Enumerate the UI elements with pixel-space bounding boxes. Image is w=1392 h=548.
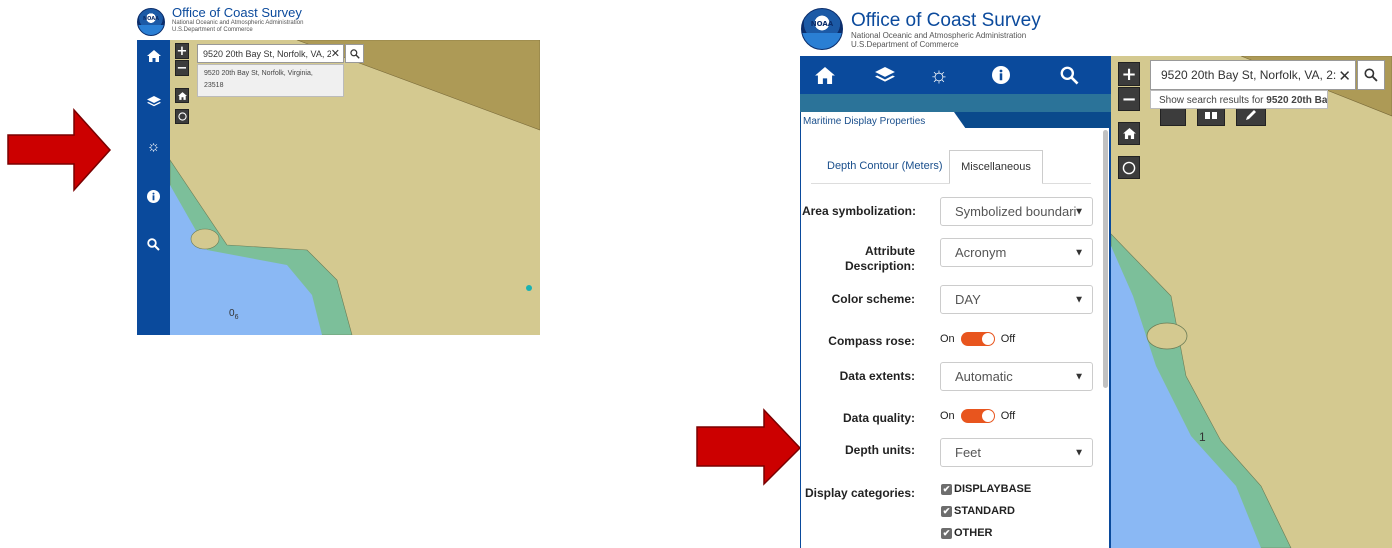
search-input-value: 9520 20th Bay St, Norfolk, VA, 2:	[203, 48, 335, 59]
area-symbolization-label: Area symbolization:	[801, 204, 916, 218]
info-icon[interactable]	[986, 56, 1016, 94]
layers-icon[interactable]	[137, 88, 170, 116]
chevron-down-icon: ▼	[1074, 447, 1084, 458]
chart-map	[1111, 56, 1392, 548]
data-quality-toggle-group: On Off	[940, 409, 1016, 423]
depth-units-label: Depth units:	[845, 443, 915, 457]
header-subtitle-agency: National Oceanic and Atmospheric Adminis…	[851, 31, 1027, 40]
color-scheme-select[interactable]: DAY ▼	[940, 285, 1093, 314]
home-icon[interactable]	[810, 56, 840, 94]
layers-icon[interactable]	[870, 56, 900, 94]
sidebar-strip	[800, 94, 1111, 112]
zoom-out-button[interactable]: −	[1118, 87, 1140, 111]
clear-icon[interactable]: ✕	[330, 47, 340, 60]
compass-rose-toggle-group: On Off	[940, 332, 1016, 346]
right-red-arrow	[696, 408, 802, 486]
header-subtitle-department: U.S.Department of Commerce	[172, 27, 253, 33]
checkbox-icon: ✔	[941, 505, 952, 517]
sidebar-right-edge	[1109, 128, 1111, 548]
chevron-down-icon: ▼	[1074, 371, 1084, 382]
chevron-down-icon: ▼	[1074, 206, 1084, 217]
tab-underline-gap	[950, 183, 1042, 184]
noaa-logo: NOAA	[137, 8, 165, 36]
maritime-properties-panel: Depth Contour (Meters) Miscellaneous Are…	[801, 128, 1102, 548]
header-title: Office of Coast Survey	[851, 10, 1041, 31]
compass-rose-label: Compass rose:	[828, 334, 915, 348]
gear-icon[interactable]: ☼	[137, 132, 170, 160]
data-extents-select[interactable]: Automatic ▼	[940, 362, 1093, 391]
zoom-in-button[interactable]: +	[175, 43, 189, 59]
header-subtitle-agency: National Oceanic and Atmospheric Adminis…	[172, 20, 304, 26]
zoom-in-button[interactable]: +	[1118, 62, 1140, 86]
zoom-out-button[interactable]: −	[175, 60, 189, 76]
locate-button[interactable]	[1118, 156, 1140, 179]
tab-depth-contour[interactable]: Depth Contour (Meters)	[827, 160, 943, 172]
tab-miscellaneous[interactable]: Miscellaneous	[949, 150, 1043, 184]
home-extent-button[interactable]	[1118, 122, 1140, 145]
chevron-down-icon: ▼	[1074, 247, 1084, 258]
home-extent-button[interactable]	[175, 88, 189, 103]
display-categories-label: Display categories:	[804, 486, 915, 500]
category-other[interactable]: ✔ OTHER	[941, 527, 993, 539]
left-red-arrow	[7, 108, 112, 192]
sidebar-top-bar: ☼	[800, 56, 1111, 94]
locate-button[interactable]	[175, 109, 189, 124]
checkbox-icon: ✔	[941, 483, 952, 495]
home-icon[interactable]	[137, 42, 170, 70]
search-input-value: 9520 20th Bay St, Norfolk, VA, 2:	[1161, 68, 1337, 82]
panel-scrollbar[interactable]	[1103, 130, 1108, 388]
search-icon[interactable]	[1054, 56, 1084, 94]
search-input[interactable]: 9520 20th Bay St, Norfolk, VA, 2: ✕	[197, 44, 344, 63]
depth-units-select[interactable]: Feet ▼	[940, 438, 1093, 467]
data-quality-toggle[interactable]	[960, 409, 995, 423]
gear-icon[interactable]: ☼	[924, 56, 954, 94]
sounding-label: 1	[1199, 430, 1206, 444]
attribute-description-select[interactable]: Acronym ▼	[940, 238, 1093, 267]
search-button[interactable]	[345, 44, 364, 63]
header-title: Office of Coast Survey	[172, 5, 302, 20]
color-scheme-label: Color scheme:	[831, 292, 915, 306]
data-extents-label: Data extents:	[839, 369, 915, 383]
tab-corner	[948, 112, 966, 129]
search-button[interactable]	[1357, 60, 1385, 90]
tab-maritime-display-properties[interactable]: Maritime Display Properties	[801, 112, 951, 129]
category-standard[interactable]: ✔ STANDARD	[941, 505, 1015, 517]
search-suggestion[interactable]: Show search results for 9520 20th Ba...	[1150, 90, 1328, 109]
clear-icon[interactable]: ✕	[1338, 67, 1351, 85]
noaa-logo: NOAA	[801, 8, 843, 50]
search-input[interactable]: 9520 20th Bay St, Norfolk, VA, 2: ✕	[1150, 60, 1356, 90]
data-quality-label: Data quality:	[842, 411, 915, 425]
search-icon[interactable]	[137, 230, 170, 258]
attribute-description-label: Attribute Description:	[844, 244, 915, 273]
header-subtitle-department: U.S.Department of Commerce	[851, 40, 959, 49]
map-view[interactable]: 1	[1111, 56, 1392, 548]
compass-rose-toggle[interactable]	[960, 332, 995, 346]
sidebar: ☼	[137, 40, 170, 335]
sounding-label: 06	[229, 308, 239, 321]
area-symbolization-select[interactable]: Symbolized boundari ▼	[940, 197, 1093, 226]
info-icon[interactable]	[137, 182, 170, 210]
checkbox-icon: ✔	[941, 527, 952, 539]
category-displaybase[interactable]: ✔ DISPLAYBASE	[941, 483, 1031, 495]
chevron-down-icon: ▼	[1074, 294, 1084, 305]
search-suggestion[interactable]: 9520 20th Bay St, Norfolk, Virginia, 235…	[197, 64, 344, 97]
